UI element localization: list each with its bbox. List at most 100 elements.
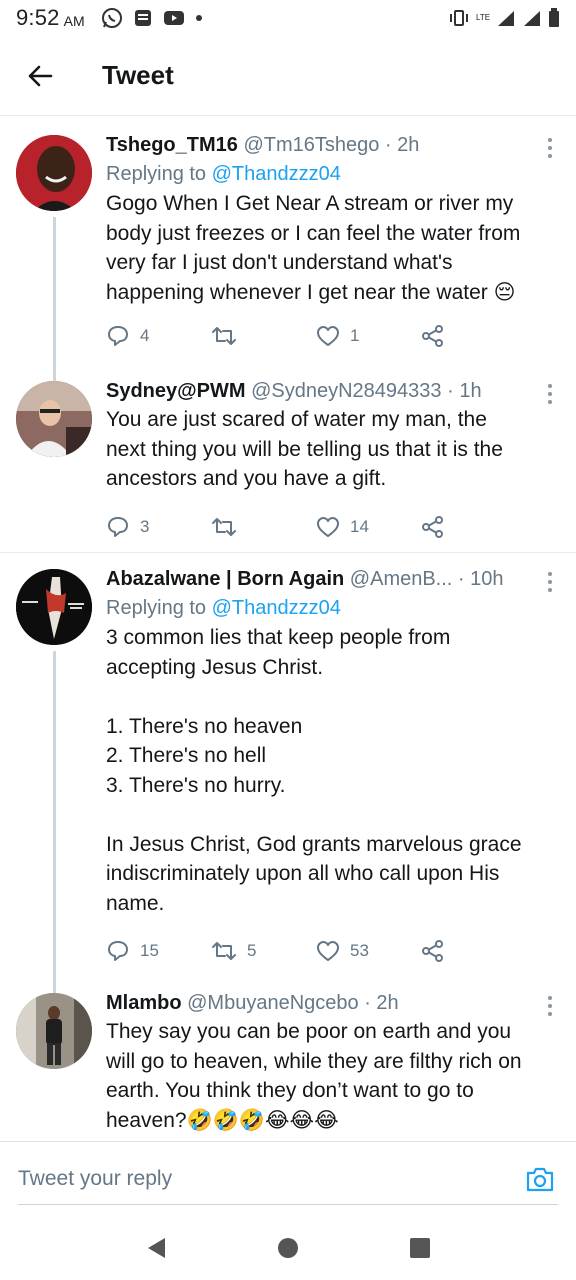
retweet-count: 5 [247,941,257,960]
system-nav-bar [0,1216,576,1280]
replying-to-link[interactable]: @Thandzzz04 [212,597,341,619]
reply-icon [108,941,128,961]
youtube-icon [163,11,184,25]
tweet-text-content: Gogo When I Get Near A stream or river m… [106,192,527,304]
notification-icons [101,7,203,29]
tweet-time: · 10h [457,568,504,590]
reply-button[interactable]: 4 [106,324,211,348]
user-handle[interactable]: @MbuyaneNgcebo [187,992,359,1014]
tweet[interactable]: Tshego_TM16 @Tm16Tshego · 2h Replying to… [0,117,576,387]
retweet-icon [212,942,236,960]
reply-count: 15 [140,941,159,960]
display-name[interactable]: Sydney@PWM [106,380,246,402]
display-name[interactable]: Mlambo [106,992,182,1014]
reply-button[interactable]: 15 [106,939,211,963]
tweet-text: They say you can be poor on earth and yo… [106,1017,526,1135]
tweet[interactable]: Abazalwane | Born Again @AmenB... · 10h … [0,553,576,1003]
reply-feed[interactable]: Tshego_TM16 @Tm16Tshego · 2h Replying to… [0,117,576,1141]
like-count: 53 [350,941,369,960]
avatar[interactable] [16,381,92,457]
tweet-actions: 4 1 [106,307,526,365]
tweet-text: 3 common lies that keep people from acce… [106,626,522,915]
replying-to: Replying to @Thandzzz04 [106,159,526,189]
tweet-text: Gogo When I Get Near A stream or river m… [106,189,526,307]
tweet-meta: Mlambo @MbuyaneNgcebo · 2h [106,989,526,1017]
user-handle[interactable]: @AmenB... [350,568,453,590]
replying-to-link[interactable]: @Thandzzz04 [212,163,341,185]
reply-count: 4 [140,326,150,345]
retweet-icon [212,517,236,536]
heart-icon [317,326,339,346]
replying-to-label: Replying to [106,163,207,185]
vibrate-icon [450,10,468,26]
retweet-button[interactable] [211,516,316,538]
reply-button[interactable]: 3 [106,515,211,539]
dot-icon [195,15,202,21]
camera-icon [526,1167,554,1191]
tweet-meta: Abazalwane | Born Again @AmenB... · 10h [106,565,526,593]
like-count: 1 [350,326,360,345]
tweet-meta: Sydney@PWM @SydneyN28494333 · 1h [106,377,526,405]
heart-icon [317,516,339,537]
display-name[interactable]: Tshego_TM16 [106,134,238,156]
share-button[interactable] [421,939,526,963]
reply-count: 3 [140,516,150,536]
back-button[interactable] [0,36,80,116]
nav-home-button[interactable] [263,1223,313,1273]
tweet[interactable]: Sydney@PWM @SydneyN28494333 · 1h You are… [0,365,576,552]
status-time: 9:52 [16,5,60,30]
whatsapp-icon [101,8,122,28]
share-icon [422,515,443,538]
like-button[interactable]: 14 [316,516,421,538]
tweet-text: You are just scared of water my man, the… [106,408,509,490]
more-options-button[interactable] [538,567,562,597]
reply-input[interactable]: Tweet your reply [18,1167,172,1191]
display-name[interactable]: Abazalwane | Born Again [106,568,344,590]
nav-back-button[interactable] [131,1223,181,1273]
arrow-left-icon [28,65,53,86]
replying-to: Replying to @Thandzzz04 [106,593,526,623]
app-header: Tweet [0,36,576,116]
signal-icon-2 [524,11,540,26]
user-handle[interactable]: @Tm16Tshego [243,134,379,156]
more-options-button[interactable] [538,991,562,1021]
reply-icon [108,326,128,346]
user-handle[interactable]: @SydneyN28494333 [251,380,441,402]
page-title: Tweet [102,60,174,90]
lte-label: LTE [476,13,491,22]
circle-home-icon [278,1238,298,1258]
like-count: 14 [350,516,369,536]
status-bar: 9:52 AM LTE [0,0,576,36]
retweet-button[interactable]: 5 [211,940,316,962]
tweet-actions: 15 5 53 [106,922,526,980]
avatar[interactable] [16,993,92,1069]
status-ampm: AM [63,12,85,29]
more-options-button[interactable] [538,133,562,163]
square-recents-icon [410,1238,430,1258]
tweet-actions: 3 14 [106,498,526,556]
more-options-button[interactable] [538,379,562,409]
heart-icon [317,941,339,961]
avatar[interactable] [16,135,92,211]
reply-icon [108,516,128,537]
status-right: LTE [448,8,560,28]
share-icon [422,325,443,347]
share-button[interactable] [421,324,526,348]
replying-to-label: Replying to [106,597,207,619]
tweet-time: · 1h [447,380,482,402]
composer-underline [18,1204,558,1205]
tweet[interactable]: Mlambo @MbuyaneNgcebo · 2h They say you … [0,985,576,1141]
battery-icon [549,8,559,27]
retweet-button[interactable] [211,325,316,347]
share-icon [422,940,443,962]
share-button[interactable] [421,515,526,539]
emoji-pensive: 😔 [493,280,516,304]
tweet-time: · 2h [364,992,399,1014]
emoji-laughing: 🤣🤣🤣😂😂😂 [186,1108,339,1132]
avatar[interactable] [16,569,92,645]
tweet-time: · 2h [384,134,420,156]
like-button[interactable]: 1 [316,325,421,347]
camera-button[interactable] [522,1161,558,1197]
like-button[interactable]: 53 [316,940,421,962]
nav-recents-button[interactable] [395,1223,445,1273]
